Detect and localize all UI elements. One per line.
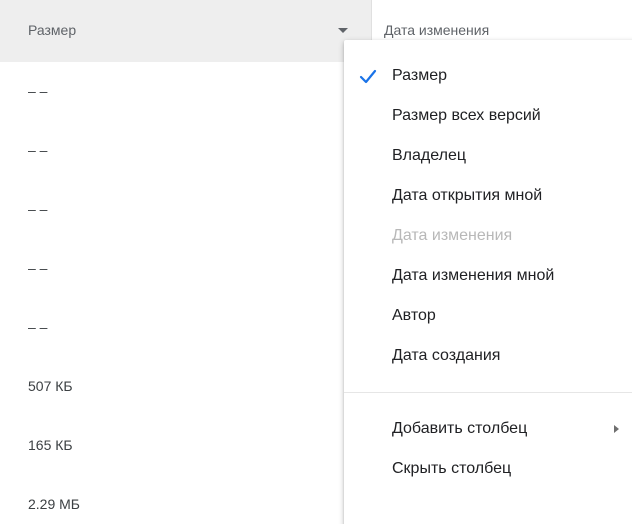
menu-item-label: Дата создания — [392, 347, 501, 364]
table-row[interactable]: – – — [0, 180, 344, 239]
size-cell: – – — [28, 260, 48, 276]
menu-item-label: Дата изменения мной — [392, 267, 555, 284]
menu-item-owner[interactable]: Владелец — [344, 136, 632, 176]
menu-item-label: Скрыть столбец — [392, 460, 512, 477]
menu-item-date-created[interactable]: Дата создания — [344, 336, 632, 376]
menu-divider — [344, 392, 632, 393]
menu-item-label: Дата открытия мной — [392, 187, 543, 204]
size-cell: – – — [28, 83, 48, 99]
chevron-down-icon[interactable] — [338, 28, 348, 33]
menu-item-add-column[interactable]: Добавить столбец — [344, 409, 632, 449]
file-rows: – – – – – – – – – – 507 КБ 165 КБ 2.29 М… — [0, 62, 344, 524]
menu-item-label: Размер — [392, 67, 447, 84]
size-cell: – – — [28, 201, 48, 217]
size-column-label: Размер — [28, 22, 77, 38]
size-cell: 507 КБ — [28, 378, 73, 394]
table-row[interactable]: 507 КБ — [0, 357, 344, 416]
column-options-menu: Размер Размер всех версий Владелец Дата … — [344, 40, 632, 524]
menu-item-hide-column[interactable]: Скрыть столбец — [344, 449, 632, 489]
menu-item-label: Добавить столбец — [392, 420, 528, 437]
checkmark-icon — [358, 56, 378, 96]
menu-item-size[interactable]: Размер — [344, 56, 632, 96]
file-list-viewport: Размер Дата изменения – – – – – – – – – … — [0, 0, 632, 524]
menu-item-label: Размер всех версий — [392, 107, 541, 124]
table-row[interactable]: 165 КБ — [0, 416, 344, 475]
size-column-header[interactable]: Размер — [0, 0, 372, 62]
menu-item-size-all-versions[interactable]: Размер всех версий — [344, 96, 632, 136]
chevron-right-icon — [614, 425, 619, 433]
size-cell: – – — [28, 142, 48, 158]
menu-item-label: Дата изменения — [392, 227, 513, 244]
size-cell: 165 КБ — [28, 437, 73, 453]
table-row[interactable]: – – — [0, 239, 344, 298]
menu-item-author[interactable]: Автор — [344, 296, 632, 336]
menu-item-label: Автор — [392, 307, 436, 324]
menu-item-date-opened-by-me[interactable]: Дата открытия мной — [344, 176, 632, 216]
size-cell: – – — [28, 319, 48, 335]
date-column-header[interactable]: Дата изменения — [384, 22, 489, 38]
table-row[interactable]: – – — [0, 121, 344, 180]
menu-item-label: Владелец — [392, 147, 467, 164]
size-cell: 2.29 МБ — [28, 496, 80, 512]
menu-item-date-modified: Дата изменения — [344, 216, 632, 256]
menu-item-date-modified-by-me[interactable]: Дата изменения мной — [344, 256, 632, 296]
table-row[interactable]: – – — [0, 298, 344, 357]
table-row[interactable]: – – — [0, 62, 344, 121]
table-row[interactable]: 2.29 МБ — [0, 475, 344, 524]
